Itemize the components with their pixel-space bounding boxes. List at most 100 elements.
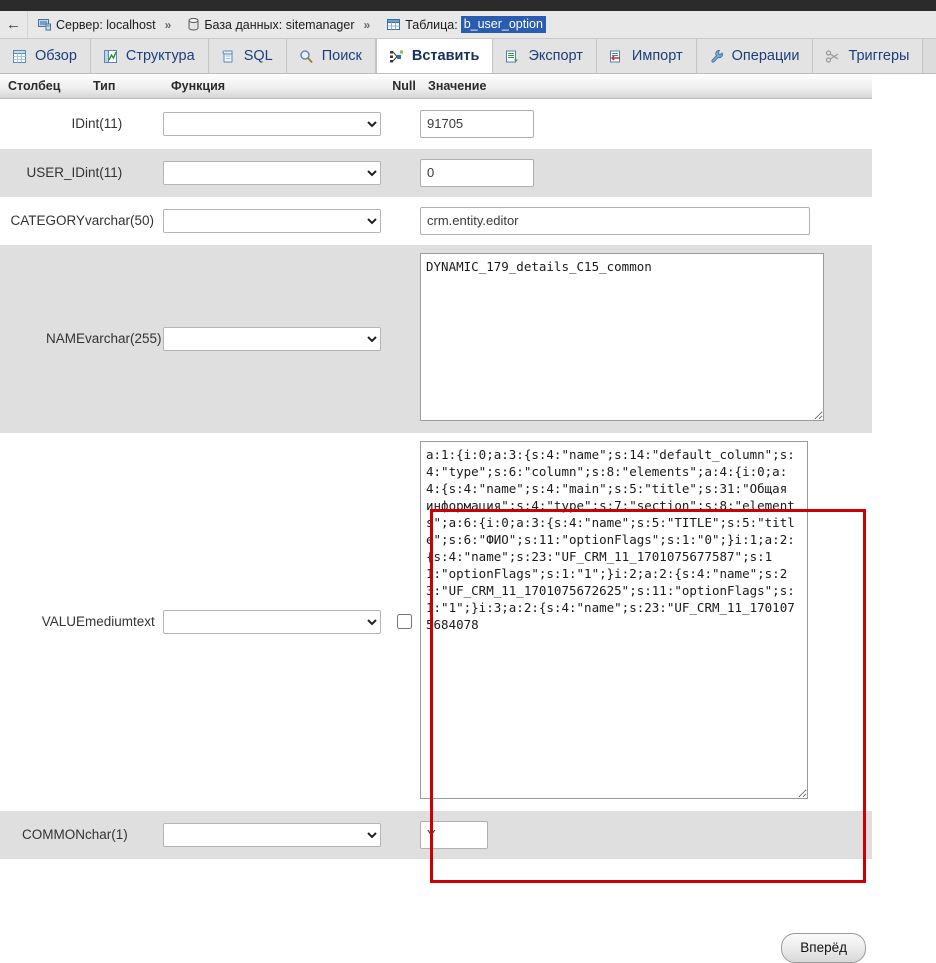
tab-search[interactable]: Поиск xyxy=(286,39,376,73)
tab-insert[interactable]: Вставить xyxy=(375,39,494,73)
tab-operations[interactable]: Операции xyxy=(696,39,814,73)
table-icon xyxy=(387,18,401,31)
tab-export-label: Экспорт xyxy=(528,48,583,64)
tab-sql-label: SQL xyxy=(243,48,273,64)
structure-icon xyxy=(102,48,119,65)
insert-icon xyxy=(388,48,405,65)
browser-top-strip xyxy=(0,0,936,11)
tabbar-filler xyxy=(923,39,936,73)
triggers-icon xyxy=(824,48,841,65)
function-cell-category xyxy=(163,196,388,245)
value-input-id[interactable] xyxy=(420,109,534,138)
value-cell-id xyxy=(420,98,872,149)
header-null: Null xyxy=(388,75,420,99)
table-row: VALUE mediumtext a:1:{i:0;a:3:{s:4:"name… xyxy=(0,432,872,811)
tab-triggers-label: Триггеры xyxy=(848,48,910,64)
tab-sql[interactable]: SQL xyxy=(208,39,287,73)
tab-import-label: Импорт xyxy=(631,48,683,64)
function-select-value[interactable] xyxy=(163,609,381,634)
wrench-icon xyxy=(708,48,725,65)
tab-insert-label: Вставить xyxy=(411,48,480,64)
field-type-name: varchar(255) xyxy=(85,244,163,433)
null-cell-id xyxy=(388,98,420,149)
function-select-id[interactable] xyxy=(163,111,381,136)
function-select-common[interactable] xyxy=(163,822,381,847)
tab-import[interactable]: Импорт xyxy=(596,39,697,73)
null-cell-name xyxy=(388,244,420,433)
table-row: ID int(11) xyxy=(0,98,872,149)
tab-structure[interactable]: Структура xyxy=(90,39,209,73)
breadcrumb-database-label: База данных: sitemanager xyxy=(204,17,355,32)
export-icon xyxy=(504,48,521,65)
value-cell-value: a:1:{i:0;a:3:{s:4:"name";s:14:"default_c… xyxy=(420,432,872,811)
tab-triggers[interactable]: Триггеры xyxy=(813,39,924,73)
database-icon xyxy=(188,18,199,31)
function-cell-id xyxy=(163,98,388,149)
null-checkbox-value[interactable] xyxy=(396,614,412,630)
header-type: Тип xyxy=(85,75,163,99)
tab-browse-label: Обзор xyxy=(35,48,77,64)
value-cell-name: DYNAMIC_179_details_C15_common xyxy=(420,244,872,433)
breadcrumb-database[interactable]: База данных: sitemanager xyxy=(178,17,355,32)
function-select-category[interactable] xyxy=(163,208,381,233)
field-type-value: mediumtext xyxy=(85,432,163,811)
submit-row: Вперёд xyxy=(0,933,872,963)
value-input-category[interactable] xyxy=(420,206,810,235)
table-row: CATEGORY varchar(50) xyxy=(0,196,872,245)
table-row: NAME varchar(255) DYNAMIC_179_details_C1… xyxy=(0,244,872,433)
value-cell-user-id xyxy=(420,148,872,197)
tab-browse[interactable]: Обзор xyxy=(0,39,91,73)
null-cell-common xyxy=(388,810,420,859)
header-value: Значение xyxy=(420,75,872,99)
null-cell-value xyxy=(388,432,420,811)
null-cell-category xyxy=(388,196,420,245)
value-textarea-name[interactable]: DYNAMIC_179_details_C15_common xyxy=(420,253,824,421)
header-column: Столбец xyxy=(0,75,85,99)
main-tabbar: Обзор Структура SQL Поиск Вставить Экспо… xyxy=(0,39,936,74)
breadcrumb-table[interactable]: Таблица: b_user_option xyxy=(377,16,546,33)
function-cell-common xyxy=(163,810,388,859)
breadcrumb: ← Сервер: localhost » База данных: sitem… xyxy=(0,11,936,39)
tab-structure-label: Структура xyxy=(125,48,195,64)
search-icon xyxy=(298,48,315,65)
value-cell-common xyxy=(420,810,872,859)
tab-export[interactable]: Экспорт xyxy=(493,39,597,73)
breadcrumb-server[interactable]: Сервер: localhost xyxy=(28,18,156,32)
value-cell-category xyxy=(420,196,872,245)
table-header-row: Столбец Тип Функция Null Значение xyxy=(0,75,872,99)
field-type-id: int(11) xyxy=(85,98,163,149)
insert-form-area: Столбец Тип Функция Null Значение ID int… xyxy=(0,75,936,963)
value-input-user-id[interactable] xyxy=(420,158,534,187)
sql-icon xyxy=(220,48,237,65)
import-icon xyxy=(608,48,625,65)
field-type-user-id: int(11) xyxy=(85,148,163,197)
field-name-name: NAME xyxy=(0,244,85,433)
tab-operations-label: Операции xyxy=(731,48,800,64)
value-input-common[interactable] xyxy=(420,820,488,849)
function-select-user-id[interactable] xyxy=(163,160,381,185)
field-type-common: char(1) xyxy=(85,810,163,859)
function-cell-name xyxy=(163,244,388,433)
function-cell-value xyxy=(163,432,388,811)
function-cell-user-id xyxy=(163,148,388,197)
breadcrumb-table-value: b_user_option xyxy=(460,16,546,33)
field-name-value: VALUE xyxy=(0,432,85,811)
table-row: COMMON char(1) xyxy=(0,810,872,859)
back-arrow-icon[interactable]: ← xyxy=(0,11,28,38)
insert-form-table: Столбец Тип Функция Null Значение ID int… xyxy=(0,75,872,859)
field-name-user-id: USER_ID xyxy=(0,148,85,197)
field-type-category: varchar(50) xyxy=(85,196,163,245)
value-textarea-value[interactable]: a:1:{i:0;a:3:{s:4:"name";s:14:"default_c… xyxy=(420,441,808,799)
server-icon xyxy=(38,18,51,31)
function-select-name[interactable] xyxy=(163,326,381,351)
field-name-common: COMMON xyxy=(0,810,85,859)
submit-button[interactable]: Вперёд xyxy=(781,933,866,963)
breadcrumb-server-label: Сервер: localhost xyxy=(56,17,156,32)
field-name-category: CATEGORY xyxy=(0,196,85,245)
table-row: USER_ID int(11) xyxy=(0,148,872,197)
header-function: Функция xyxy=(163,75,388,99)
breadcrumb-separator-1: » xyxy=(164,17,172,32)
null-cell-user-id xyxy=(388,148,420,197)
breadcrumb-separator-2: » xyxy=(363,17,371,32)
browse-icon xyxy=(11,48,28,65)
